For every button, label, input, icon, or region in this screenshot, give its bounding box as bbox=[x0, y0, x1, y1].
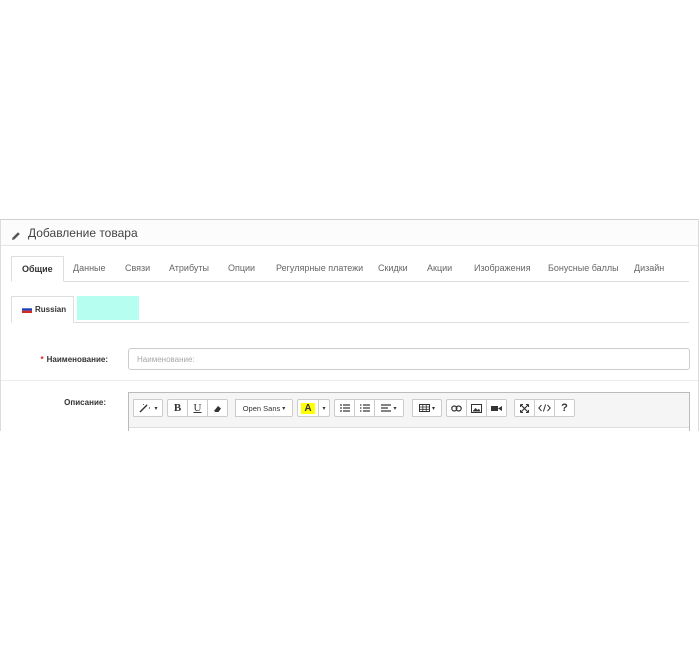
tab-images[interactable]: Изображения bbox=[474, 256, 531, 281]
language-tab-russian[interactable]: Russian bbox=[11, 296, 74, 323]
required-mark: * bbox=[40, 355, 44, 364]
align-left-icon bbox=[381, 404, 392, 412]
russia-flag-icon bbox=[21, 305, 33, 313]
insert-group bbox=[446, 399, 507, 417]
style-group: ▾ bbox=[133, 399, 163, 417]
image-button[interactable] bbox=[466, 399, 487, 417]
pencil-icon bbox=[11, 228, 21, 240]
panel-title: Добавление товара bbox=[28, 225, 138, 240]
main-tabs: Общие Данные Связи Атрибуты Опции Регуля… bbox=[11, 256, 689, 282]
tab-options[interactable]: Опции bbox=[228, 256, 255, 281]
list-ol-icon bbox=[359, 404, 370, 412]
misc-group: ? bbox=[514, 399, 575, 417]
panel-heading: Добавление товара bbox=[1, 220, 698, 246]
eraser-icon bbox=[214, 405, 221, 412]
code-view-button[interactable] bbox=[534, 399, 555, 417]
align-dropdown-button[interactable]: ▾ bbox=[374, 399, 404, 417]
tab-general[interactable]: Общие bbox=[11, 256, 64, 282]
video-button[interactable] bbox=[486, 399, 507, 417]
bold-button[interactable]: B bbox=[167, 399, 188, 417]
clear-format-button[interactable] bbox=[207, 399, 228, 417]
link-icon bbox=[451, 404, 462, 412]
tab-attributes[interactable]: Атрибуты bbox=[169, 256, 209, 281]
style-button[interactable]: ▾ bbox=[133, 399, 163, 417]
font-name-group: Open Sans ▾ bbox=[235, 399, 293, 417]
language-tab-label: Russian bbox=[35, 305, 67, 314]
font-name-dropdown[interactable]: Open Sans ▾ bbox=[235, 399, 293, 417]
language-tabs: Russian bbox=[11, 296, 689, 323]
link-button[interactable] bbox=[446, 399, 467, 417]
magic-wand-icon bbox=[139, 404, 151, 413]
fullscreen-button[interactable] bbox=[514, 399, 535, 417]
ordered-list-button[interactable] bbox=[354, 399, 375, 417]
code-icon bbox=[538, 404, 551, 412]
table-group: ▾ bbox=[412, 399, 442, 417]
video-icon bbox=[491, 405, 502, 411]
row-divider bbox=[1, 380, 698, 381]
tab-discounts[interactable]: Скидки bbox=[378, 256, 408, 281]
tab-reward-points[interactable]: Бонусные баллы bbox=[548, 256, 619, 281]
name-label: * Наименование: bbox=[40, 355, 108, 364]
fullscreen-icon bbox=[520, 403, 529, 413]
color-group: A ▾ bbox=[297, 399, 330, 417]
language-tab-highlight bbox=[77, 296, 139, 320]
description-label: Описание: bbox=[64, 398, 106, 407]
highlight-color-button[interactable]: A bbox=[297, 399, 319, 417]
product-form-panel: Добавление товара Общие Данные Связи Атр… bbox=[0, 219, 699, 431]
paragraph-group: ▾ bbox=[334, 399, 404, 417]
underline-button[interactable]: U bbox=[187, 399, 208, 417]
unordered-list-button[interactable] bbox=[334, 399, 355, 417]
table-icon bbox=[418, 404, 430, 412]
list-ul-icon bbox=[339, 404, 350, 412]
tab-specials[interactable]: Акции bbox=[427, 256, 452, 281]
table-button[interactable]: ▾ bbox=[412, 399, 442, 417]
picture-icon bbox=[471, 403, 482, 413]
tab-design[interactable]: Дизайн bbox=[634, 256, 664, 281]
tab-data[interactable]: Данные bbox=[73, 256, 106, 281]
color-dropdown-button[interactable]: ▾ bbox=[318, 399, 330, 417]
description-editor: ▾ B U Open Sans ▾ A ▾ ▾ ▾ ? bbox=[128, 392, 690, 431]
tab-links[interactable]: Связи bbox=[125, 256, 150, 281]
editor-content-area[interactable] bbox=[129, 427, 689, 431]
help-button[interactable]: ? bbox=[554, 399, 575, 417]
tab-recurring[interactable]: Регулярные платежи bbox=[276, 256, 363, 281]
font-style-group: B U bbox=[167, 399, 228, 417]
name-input[interactable] bbox=[128, 348, 690, 370]
